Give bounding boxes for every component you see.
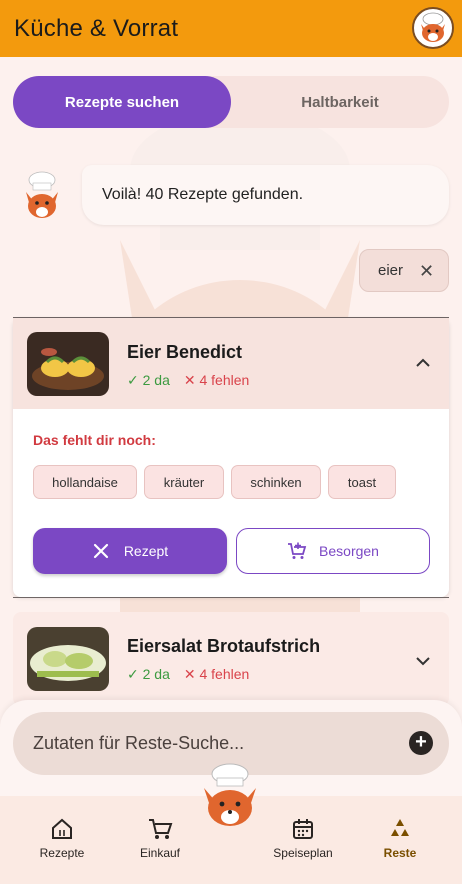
nav-label: Einkauf <box>139 846 181 860</box>
tab-rezepte-suchen[interactable]: Rezepte suchen <box>13 76 231 128</box>
nav-item-reste[interactable]: Reste <box>355 816 445 860</box>
recipe-button[interactable]: Rezept <box>33 528 227 574</box>
tab-haltbarkeit[interactable]: Haltbarkeit <box>231 76 449 128</box>
home-icon <box>52 818 72 839</box>
recipe-thumbnail <box>27 332 109 396</box>
have-count: ✓ 2 da <box>127 372 170 388</box>
recycle-icon <box>391 819 409 836</box>
recipe-title: Eier Benedict <box>127 342 243 362</box>
nav-item-speiseplan[interactable]: Speiseplan <box>258 816 348 860</box>
divider <box>13 597 449 598</box>
segment-tabs: Rezepte suchen Haltbarkeit <box>13 76 449 128</box>
fox-icon <box>421 12 445 42</box>
cart-icon <box>149 819 173 839</box>
chat-bubble: Voilà! 40 Rezepte gefunden. <box>82 165 449 225</box>
filter-chip-label: eier <box>378 262 404 279</box>
chevron-down-icon[interactable] <box>415 650 431 671</box>
nav-label: Rezepte <box>39 846 85 860</box>
filter-chip[interactable]: eier ✕ <box>359 249 449 292</box>
close-icon[interactable]: ✕ <box>419 262 434 280</box>
buy-button-label: Besorgen <box>319 543 379 559</box>
nav-label: Reste <box>383 846 417 860</box>
recipe-thumbnail <box>27 627 109 691</box>
recipe-meta: ✓ 2 da ✕ 4 fehlen <box>127 372 249 389</box>
nav-label: Speiseplan <box>273 846 333 860</box>
calendar-icon <box>293 819 313 839</box>
app-title: Küche & Vorrat <box>14 14 179 42</box>
ingredient-chip[interactable]: hollandaise <box>33 465 137 499</box>
missing-title: Das fehlt dir noch: <box>33 432 156 448</box>
recipe-button-label: Rezept <box>123 543 169 559</box>
recipe-card: Eier Benedict ✓ 2 da ✕ 4 fehlen Das fehl… <box>13 318 449 597</box>
app-bar: Küche & Vorrat <box>0 0 462 57</box>
buy-button[interactable]: Besorgen <box>236 528 430 574</box>
fox-chef-mascot <box>204 763 256 826</box>
recipe-meta: ✓ 2 da ✕ 4 fehlen <box>127 666 249 683</box>
missing-count: ✕ 4 fehlen <box>183 666 250 682</box>
have-count: ✓ 2 da <box>127 666 170 682</box>
ingredient-chip[interactable]: toast <box>328 465 396 499</box>
ingredient-chip[interactable]: schinken <box>231 465 321 499</box>
cart-add-icon <box>288 542 307 559</box>
recipe-card[interactable]: Eiersalat Brotaufstrich ✓ 2 da ✕ 4 fehle… <box>13 612 449 706</box>
add-icon[interactable]: + <box>409 731 433 755</box>
chevron-up-icon[interactable] <box>415 352 431 373</box>
fox-chef-chat-avatar <box>26 171 58 218</box>
fox-chef-avatar[interactable] <box>412 7 454 49</box>
missing-count: ✕ 4 fehlen <box>183 372 250 388</box>
recipe-title: Eiersalat Brotaufstrich <box>127 636 321 656</box>
ingredient-chip[interactable]: kräuter <box>144 465 224 499</box>
utensils-icon <box>93 543 108 559</box>
nav-item-rezepte[interactable]: Rezepte <box>17 816 107 860</box>
